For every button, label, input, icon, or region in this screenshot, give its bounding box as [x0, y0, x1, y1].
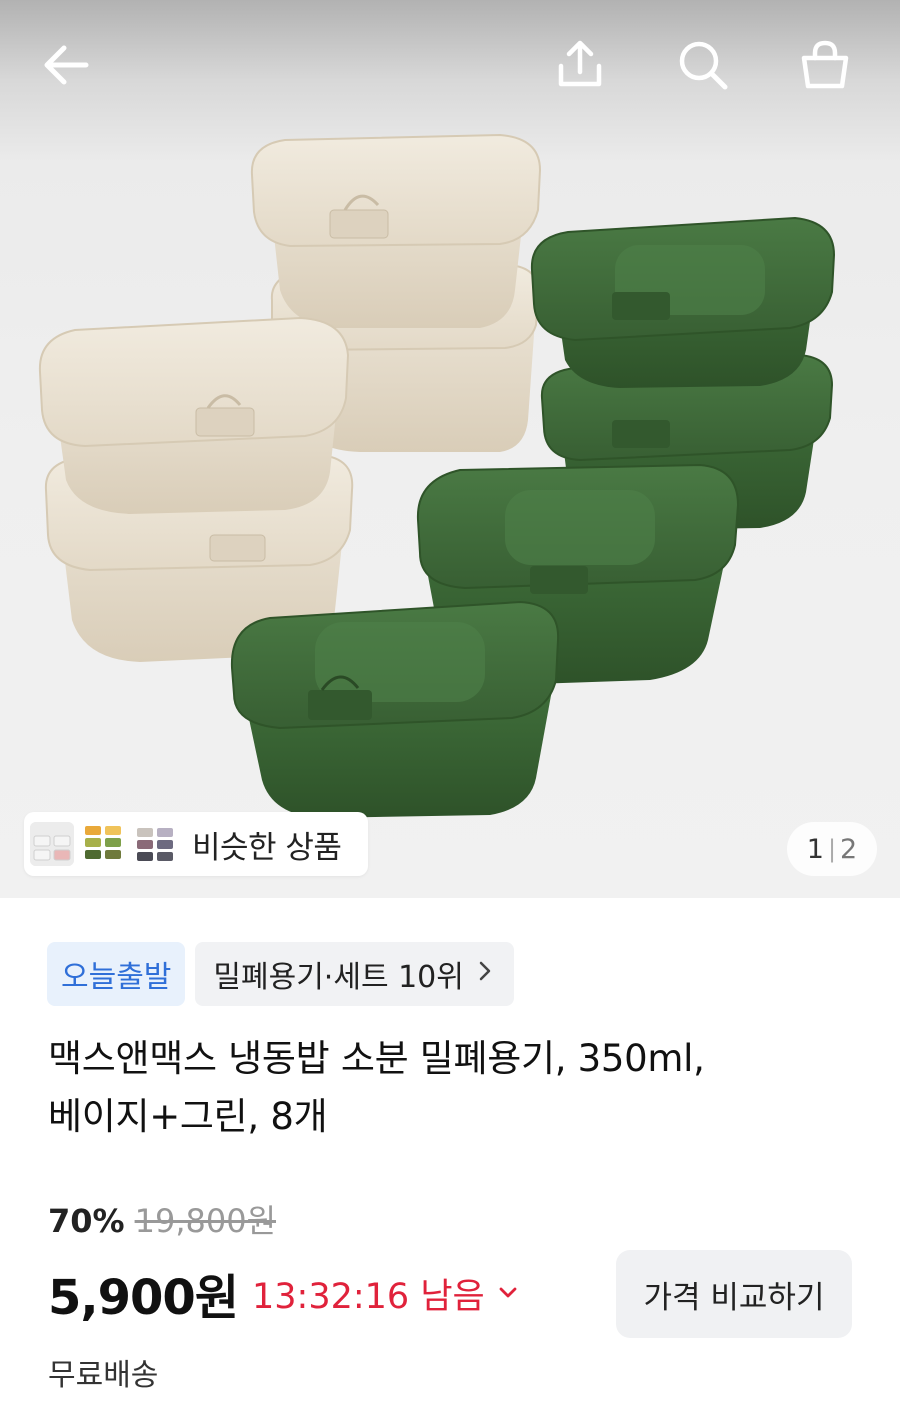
page-current: 1	[806, 833, 824, 865]
product-photo	[38, 133, 836, 818]
price-compare-button[interactable]: 가격 비교하기	[616, 1250, 852, 1338]
shipping-info: 무료배송	[48, 1358, 159, 1393]
search-icon	[679, 41, 728, 90]
page-separator: |	[827, 835, 837, 863]
product-title: 맥스앤맥스 냉동밥 소분 밀폐용기, 350ml, 베이지+그린, 8개	[48, 1030, 848, 1146]
category-rank-label: 밀폐용기·세트 10위	[213, 960, 464, 995]
search-button[interactable]	[668, 30, 738, 100]
chevron-right-icon	[478, 960, 492, 988]
similar-product-thumbnail	[134, 822, 178, 866]
chevron-down-icon[interactable]	[497, 1285, 519, 1301]
discount-percent: 70%	[48, 1202, 125, 1240]
top-navigation-bar	[0, 0, 900, 130]
page-total: 2	[840, 833, 858, 865]
product-badges: 오늘출발 밀폐용기·세트 10위	[47, 942, 514, 1006]
cart-icon	[801, 40, 849, 89]
today-shipping-badge[interactable]: 오늘출발	[47, 942, 186, 1006]
category-rank-badge[interactable]: 밀폐용기·세트 10위	[195, 942, 514, 1006]
cart-button[interactable]	[790, 30, 860, 100]
similar-product-thumbnail	[82, 822, 126, 866]
similar-products-label: 비슷한 상품	[192, 829, 342, 866]
price-row: 5,900원 13:32:16 남음	[48, 1258, 519, 1328]
beige-container-left	[38, 316, 354, 662]
sale-price: 5,900원	[48, 1270, 239, 1326]
discount-row: 70% 19,800원	[48, 1196, 276, 1242]
product-image-gallery[interactable]: 비슷한 상품 1 | 2	[0, 0, 900, 898]
product-title-line: 베이지+그린, 8개	[48, 1095, 328, 1138]
green-container-front	[230, 600, 560, 818]
image-page-indicator: 1 | 2	[787, 822, 877, 876]
similar-products-button[interactable]: 비슷한 상품	[24, 812, 368, 876]
arrow-left-icon	[44, 45, 89, 85]
share-icon	[558, 40, 602, 87]
share-button[interactable]	[545, 30, 615, 100]
similar-product-thumbnail	[30, 822, 74, 866]
product-title-line: 맥스앤맥스 냉동밥 소분 밀폐용기, 350ml,	[48, 1037, 705, 1080]
original-price: 19,800원	[134, 1202, 277, 1240]
back-button[interactable]	[30, 30, 100, 100]
deal-countdown-timer: 13:32:16 남음	[252, 1276, 485, 1317]
